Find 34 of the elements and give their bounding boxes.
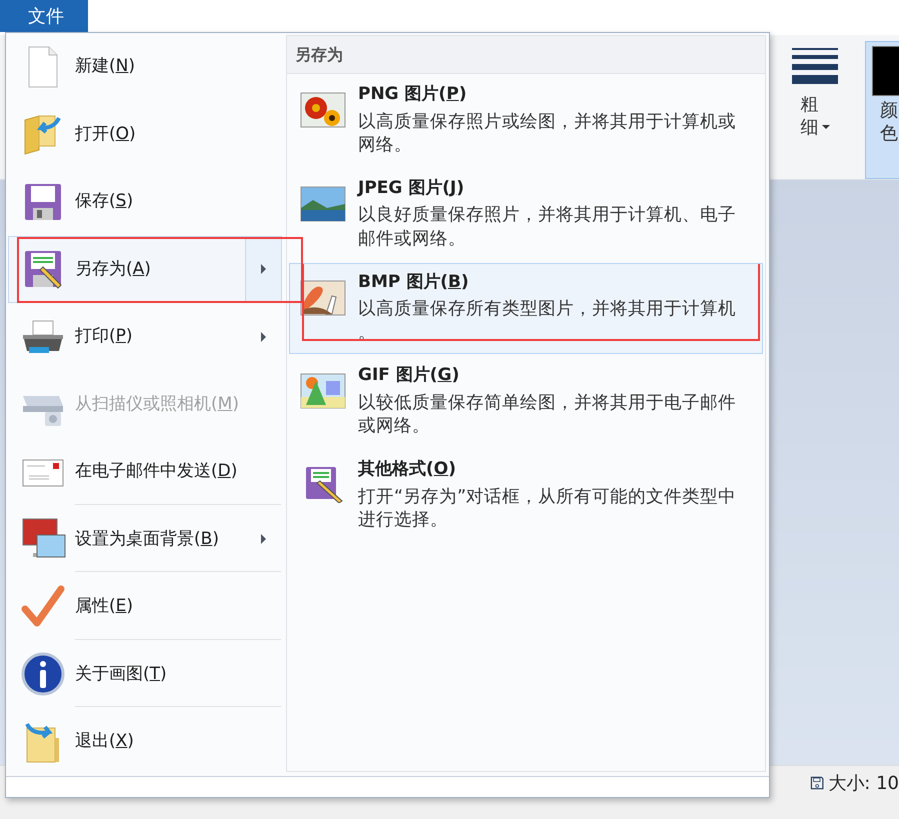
line-width-button[interactable]: 粗细 [783,41,847,179]
flower-image-icon [300,92,346,128]
option-title: GIF 图片(G) [358,364,460,388]
save-format-option[interactable]: 其他格式(O) 打开“另存为”对话框，从所有可能的文件类型中进行选择。 [289,450,763,542]
option-title: JPEG 图片(J) [358,176,466,200]
menu-item[interactable]: 设置为桌面背景(B) [8,506,282,573]
option-title: PNG 图片(P) [358,83,468,106]
option-description: 以良好质量保存照片，并将其用于计算机、电子邮件或网络。 [358,204,737,251]
menu-item[interactable]: 属性(E) [8,573,282,640]
menu-item[interactable]: 在电子邮件中发送(D) [8,438,282,506]
landscape-image-icon [300,186,346,222]
option-title: BMP 图片(B) [358,270,470,294]
option-description: 以高质量保存照片或绘图，并将其用于计算机或网络。 [358,110,737,158]
menu-item[interactable]: 打开(O) [8,100,282,168]
save-format-option[interactable]: JPEG 图片(J) 以良好质量保存照片，并将其用于计算机、电子邮件或网络。 [289,168,763,260]
menu-item[interactable]: 保存(S) [8,168,282,236]
shapes-image-icon [300,373,346,410]
file-menu-tab[interactable]: 文件 [0,0,88,32]
option-description: 以较低质量保存简单绘图，并将其用于电子邮件或网络。 [358,392,737,438]
menu-item[interactable]: 关于画图(T) [8,640,282,708]
option-title: 其他格式(O) [358,458,458,481]
menu-item[interactable]: 退出(X) [8,708,282,776]
color-swatch [872,46,899,96]
save-format-option[interactable]: PNG 图片(P) 以高质量保存照片或绘图，并将其用于计算机或网络。 [289,75,763,167]
menu-item[interactable]: 另存为(A) [8,236,282,303]
submenu-title: 另存为 [287,36,765,74]
color-button[interactable]: 颜色 [865,41,899,179]
brush-image-icon [300,280,346,316]
menu-item[interactable]: 新建(N) [8,33,282,100]
menu-item[interactable]: 打印(P) [8,303,282,370]
file-size-text: 大小: 10 [828,772,899,796]
info-icon [19,650,67,698]
option-description: 打开“另存为”对话框，从所有可能的文件类型中进行选择。 [358,486,738,532]
save-format-option[interactable]: GIF 图片(G) 以较低质量保存简单绘图，并将其用于电子邮件或网络。 [289,356,763,448]
